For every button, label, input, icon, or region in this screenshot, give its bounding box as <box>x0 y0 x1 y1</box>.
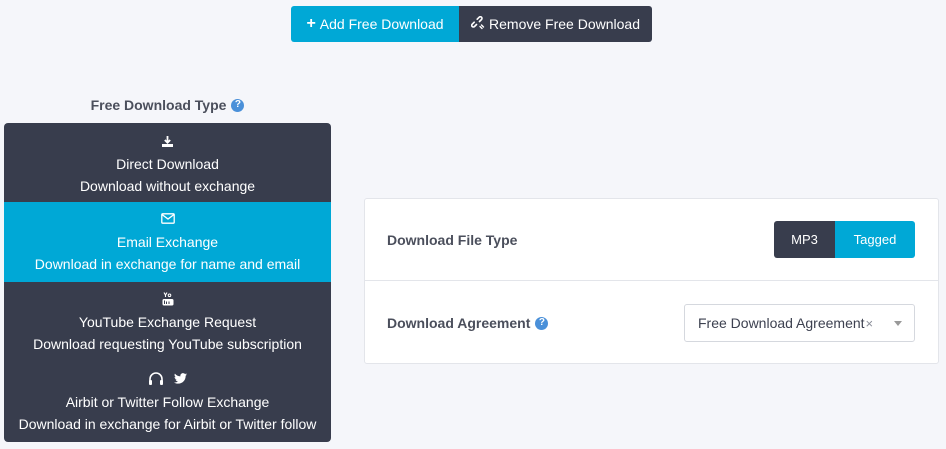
add-free-download-button[interactable]: + Add Free Download <box>291 6 459 42</box>
free-download-type-heading: Free Download Type ? <box>4 97 331 113</box>
free-download-type-title: Free Download Type <box>90 97 227 113</box>
download-file-type-label: Download File Type <box>387 231 518 248</box>
download-file-type-row: Download File Type MP3 Tagged <box>365 199 938 281</box>
download-agreement-row: Download Agreement ? Free Download Agree… <box>365 281 938 365</box>
twitter-icon <box>174 373 187 384</box>
download-settings-card: Download File Type MP3 Tagged Download A… <box>364 198 939 364</box>
type-item-name: YouTube Exchange Request <box>78 313 257 330</box>
clear-selection-icon[interactable]: × <box>866 316 874 331</box>
type-item-airbit-twitter-exchange[interactable]: Airbit or Twitter Follow Exchange Downlo… <box>4 362 331 442</box>
plus-icon: + <box>306 15 316 32</box>
airbit-twitter-icon <box>148 370 187 388</box>
type-item-desc: Download in exchange for name and email <box>34 255 301 272</box>
type-item-youtube-exchange[interactable]: YouTube Exchange Request Download reques… <box>4 282 331 362</box>
type-item-name: Airbit or Twitter Follow Exchange <box>65 393 270 410</box>
type-item-desc: Download without exchange <box>79 178 256 194</box>
file-type-toggle: MP3 Tagged <box>774 221 915 258</box>
remove-free-download-label: Remove Free Download <box>489 16 640 32</box>
free-download-type-list: Direct Download Download without exchang… <box>4 123 331 442</box>
type-item-direct-download[interactable]: Direct Download Download without exchang… <box>4 123 331 202</box>
type-item-desc: Download requesting YouTube subscription <box>33 335 302 352</box>
unlink-icon <box>470 15 485 33</box>
remove-free-download-button[interactable]: Remove Free Download <box>459 6 652 42</box>
question-circle-icon[interactable]: ? <box>231 98 245 112</box>
question-circle-icon[interactable]: ? <box>535 316 549 330</box>
envelope-icon <box>160 210 175 228</box>
download-agreement-value: Free Download Agreement <box>698 315 865 331</box>
download-icon <box>161 132 174 150</box>
file-type-mp3-button[interactable]: MP3 <box>774 221 835 258</box>
youtube-icon <box>162 290 174 308</box>
headphones-icon <box>149 372 163 385</box>
chevron-down-icon[interactable] <box>894 321 902 326</box>
file-type-tagged-button[interactable]: Tagged <box>835 221 915 258</box>
download-agreement-select[interactable]: Free Download Agreement × <box>684 304 915 342</box>
type-item-name: Email Exchange <box>116 233 219 250</box>
add-free-download-label: Add Free Download <box>319 16 444 32</box>
download-agreement-label: Download Agreement <box>387 315 531 331</box>
type-item-email-exchange[interactable]: Email Exchange Download in exchange for … <box>4 202 331 282</box>
type-item-name: Direct Download <box>116 156 219 172</box>
download-agreement-heading: Download Agreement ? <box>387 315 549 331</box>
free-download-actions: + Add Free Download Remove Free Download <box>291 6 652 42</box>
type-item-desc: Download in exchange for Airbit or Twitt… <box>18 415 317 432</box>
